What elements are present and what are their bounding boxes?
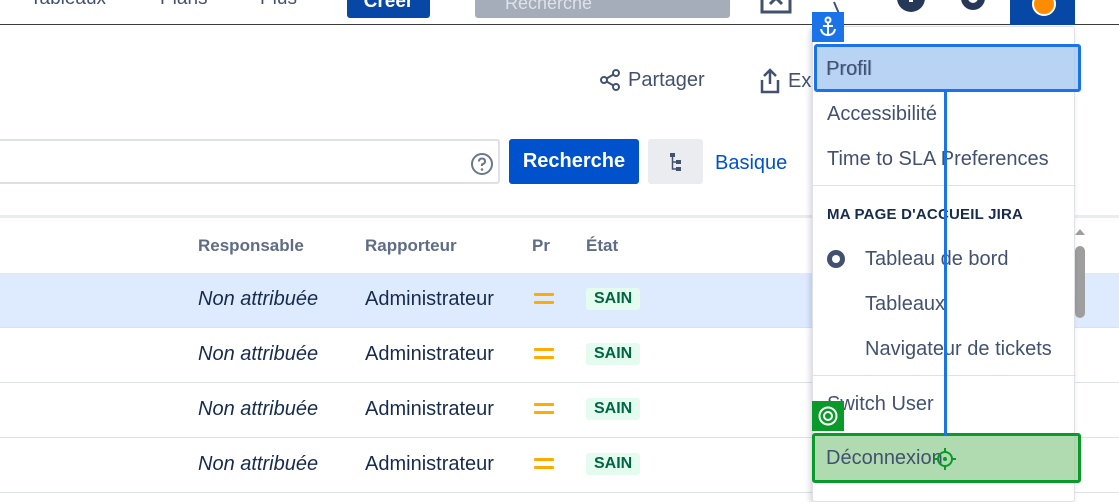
status-badge: SAIN xyxy=(586,288,641,310)
settings-gear-icon[interactable] xyxy=(955,0,991,18)
nav-link-boards[interactable]: Tableaux xyxy=(30,0,106,10)
highlighted-profile-label[interactable]: Profil xyxy=(826,58,872,81)
help-icon[interactable] xyxy=(895,0,927,18)
profile-avatar-button[interactable] xyxy=(1010,0,1075,25)
nav-link-more[interactable]: Plus xyxy=(260,0,297,10)
assignee-cell: Non attribuée xyxy=(198,343,319,365)
notifications-tray-icon[interactable] xyxy=(760,0,794,18)
column-header-status[interactable]: État xyxy=(586,236,618,256)
priority-medium-icon xyxy=(534,348,554,364)
assignee-cell: Non attribuée xyxy=(198,398,319,420)
hierarchy-view-button[interactable] xyxy=(648,139,703,184)
syntax-help-icon[interactable] xyxy=(470,152,494,176)
export-icon xyxy=(760,68,780,94)
search-button[interactable]: Recherche xyxy=(509,139,639,184)
reporter-cell: Administrateur xyxy=(365,288,494,310)
priority-medium-icon xyxy=(534,403,554,419)
reporter-cell: Administrateur xyxy=(365,398,494,420)
create-button[interactable]: Créer xyxy=(347,0,430,18)
scroll-up-arrow-icon[interactable] xyxy=(1073,225,1087,239)
scrollbar-thumb[interactable] xyxy=(1075,246,1085,318)
hierarchy-icon xyxy=(669,152,681,171)
menu-item-boards-label: Tableaux xyxy=(865,293,946,315)
anchor-icon xyxy=(820,16,836,37)
menu-item-issue-navigator-label: Navigateur de tickets xyxy=(865,338,1052,360)
radio-selected-icon xyxy=(827,250,845,268)
global-search-input[interactable]: Recherche xyxy=(475,0,730,18)
highlighted-logout-label[interactable]: Déconnexion xyxy=(826,447,943,470)
priority-medium-icon xyxy=(534,293,554,309)
column-header-reporter[interactable]: Rapporteur xyxy=(365,236,457,256)
nav-link-plans[interactable]: Plans xyxy=(160,0,208,10)
menu-item-dashboard-label: Tableau de bord xyxy=(865,248,1009,270)
anchor-badge xyxy=(812,12,844,42)
share-icon xyxy=(600,69,620,91)
reporter-cell: Administrateur xyxy=(365,343,494,365)
assignee-cell: Non attribuée xyxy=(198,453,319,475)
drag-path-line xyxy=(944,92,947,436)
priority-medium-icon xyxy=(534,458,554,474)
target-icon xyxy=(818,406,838,426)
target-badge xyxy=(812,401,844,431)
menu-item-sla-preferences-label: Time to SLA Preferences xyxy=(827,148,1049,170)
status-badge: SAIN xyxy=(586,453,641,475)
top-navigation-bar: Tableaux Plans Plus Créer Recherche xyxy=(0,0,1119,25)
assignee-cell: Non attribuée xyxy=(198,288,319,310)
share-label: Partager xyxy=(628,68,705,91)
menu-item-accessibility-label: Accessibilité xyxy=(827,103,938,125)
column-header-assignee[interactable]: Responsable xyxy=(198,236,304,256)
share-button[interactable]: Partager xyxy=(598,68,705,92)
homepage-section-heading: MA PAGE D'ACCUEIL JIRA xyxy=(827,206,1024,223)
column-header-priority[interactable]: Pr xyxy=(532,236,550,256)
basic-search-link[interactable]: Basique xyxy=(715,152,787,175)
jql-query-input[interactable] xyxy=(0,139,500,184)
reporter-cell: Administrateur xyxy=(365,453,494,475)
avatar xyxy=(1032,0,1056,16)
status-badge: SAIN xyxy=(586,398,641,420)
crosshair-icon xyxy=(934,448,956,470)
status-badge: SAIN xyxy=(586,343,641,365)
